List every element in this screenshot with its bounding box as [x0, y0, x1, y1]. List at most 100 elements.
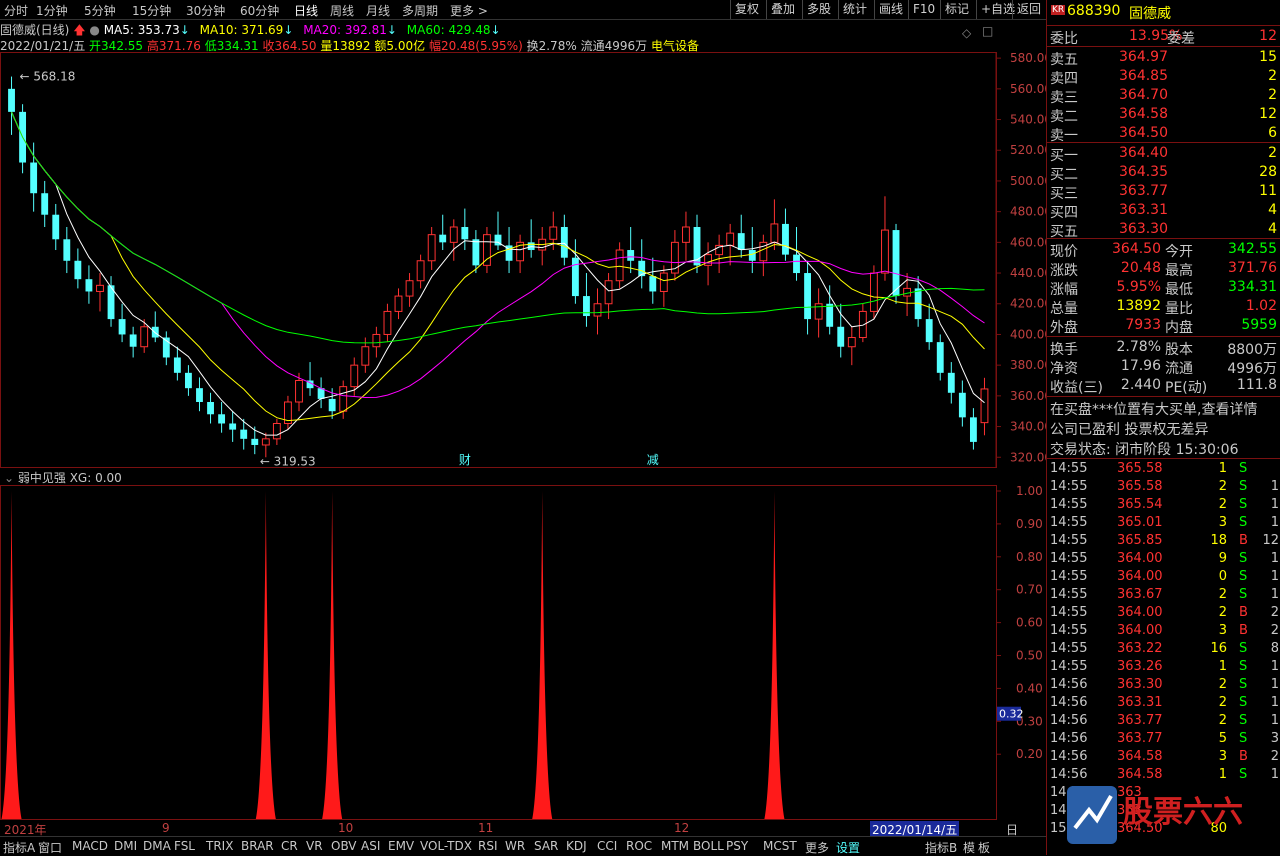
down-arrow-icon: ↓ [179, 23, 190, 37]
indicator-tab[interactable]: 指标B [925, 839, 957, 856]
period-more-button[interactable]: 更多 > [450, 2, 488, 19]
candle-up [593, 303, 602, 317]
statistics-button[interactable]: 统计 [838, 0, 871, 19]
indicator-tab[interactable]: 板 [978, 839, 990, 856]
indicator-tab[interactable]: SAR [534, 839, 558, 853]
candle-down [218, 414, 226, 424]
stat-value: 111.8 [1236, 377, 1277, 393]
indicator-tab[interactable]: 设置 [836, 839, 860, 856]
stock-name: 固德威 [1129, 6, 1171, 22]
candle-down [151, 326, 159, 338]
mark-button[interactable]: 标记 [940, 0, 973, 19]
tick-volume: 5 [1218, 731, 1227, 746]
period-tab-15min[interactable]: 15分钟 [132, 2, 171, 19]
stat-value: 371.76 [1228, 260, 1277, 276]
ask-volume: 12 [1259, 106, 1277, 122]
indicator-tab[interactable]: TRIX [206, 839, 233, 853]
price-chart[interactable]: 580.00 560.00 540.00 520.00 500.00 480.00 460.… [0, 52, 1046, 468]
indicator-tab[interactable]: BRAR [241, 839, 274, 853]
indicator-tab[interactable]: DMI [114, 839, 137, 853]
candle-down [826, 303, 834, 327]
indicator-tab[interactable]: PSY [726, 839, 748, 853]
period-tab-fenshi[interactable]: 分时 [4, 2, 28, 19]
indicator-tab[interactable]: VR [306, 839, 323, 853]
window-icon[interactable]: □ [982, 24, 993, 38]
bar-open: 开342.55 [89, 39, 144, 53]
f10-button[interactable]: F10 [908, 0, 939, 19]
stat-value: 5.95% [1116, 279, 1161, 295]
period-tab-30min[interactable]: 30分钟 [186, 2, 225, 19]
candle-up [770, 223, 779, 243]
stat-value: 17.96 [1120, 358, 1161, 374]
event-marker[interactable]: 财 [459, 453, 471, 467]
indicator-tab[interactable]: FSL [174, 839, 195, 853]
bid-row: 买四 363.31 4 [1047, 202, 1280, 221]
tick-row: 14:55 364.00 3 B 2 [1047, 623, 1280, 641]
bid-level-label: 买三 [1050, 186, 1078, 202]
bid-level-label: 买四 [1050, 205, 1078, 221]
stat-row: 涨跌 20.48 最高 371.76 [1047, 260, 1280, 279]
y-tick-label: 540.00 [1010, 113, 1046, 127]
period-tab-multi[interactable]: 多周期 [402, 2, 438, 19]
period-tab-daily[interactable]: 日线 [294, 2, 318, 19]
indicator-tab[interactable]: MACD [72, 839, 108, 853]
ma5-label: MA5: 353.73 [103, 23, 180, 37]
candle-up [726, 232, 735, 246]
candle-up [405, 280, 414, 297]
indicator-tab[interactable]: KDJ [566, 839, 587, 853]
diamond-icon[interactable]: ◇ [962, 26, 971, 40]
stat-label: 量比 [1165, 301, 1193, 317]
indicator-tab[interactable]: 更多 [805, 839, 829, 856]
indicator-tab[interactable]: BOLL [693, 839, 724, 853]
settings-circle-icon[interactable]: ● [89, 23, 99, 37]
tick-time: 14:55 [1050, 497, 1088, 512]
overlay-button[interactable]: 叠加 [766, 0, 799, 19]
period-tab-monthly[interactable]: 月线 [366, 2, 390, 19]
tick-row: 14:55 363.26 1 S 1 [1047, 659, 1280, 677]
indicator-tab[interactable]: 模 [963, 839, 975, 856]
period-tab-1min[interactable]: 1分钟 [36, 2, 68, 19]
event-marker[interactable]: 减 [647, 453, 659, 467]
tick-row: 14:56 364.58 3 B 2 [1047, 749, 1280, 767]
candle-down [240, 429, 248, 439]
indicator-tab[interactable]: ROC [626, 839, 652, 853]
indicator-tab[interactable]: ASI [361, 839, 380, 853]
tick-volume: 2 [1218, 695, 1227, 710]
period-tab-60min[interactable]: 60分钟 [240, 2, 279, 19]
period-tab-5min[interactable]: 5分钟 [84, 2, 116, 19]
indicator-tab[interactable]: 窗口 [38, 839, 62, 856]
tick-row: 14:55 364.00 0 S 1 [1047, 569, 1280, 587]
indicator-tab[interactable]: RSI [478, 839, 498, 853]
indicator-chart[interactable]: 1.000.900.800.700.600.500.400.300.200.32 [0, 485, 1046, 820]
candle-up [847, 337, 856, 348]
indicator-tab[interactable]: DMA [143, 839, 171, 853]
bar-date: 2022/01/21/五 [0, 39, 86, 53]
candle-down [837, 326, 845, 347]
fuquan-button[interactable]: 复权 [730, 0, 763, 19]
stat-row: 换手 2.78% 股本 8800万 [1047, 339, 1280, 358]
tick-price: 363.77 [1117, 731, 1163, 746]
tick-volume: 2 [1218, 713, 1227, 728]
indicator-tab[interactable]: CR [281, 839, 298, 853]
bid-note-link[interactable]: 在买盘***位置有大买单,查看详情 [1050, 399, 1257, 419]
indicator-tab[interactable]: MCST [763, 839, 797, 853]
indicator-tab[interactable]: WR [505, 839, 525, 853]
candle-down [804, 273, 812, 320]
tick-direction: S [1239, 641, 1248, 656]
multi-stock-button[interactable]: 多股 [802, 0, 835, 19]
indicator-tab[interactable]: VOL-TDX [420, 839, 472, 853]
draw-line-button[interactable]: 画线 [874, 0, 907, 19]
indicator-tab[interactable]: OBV [331, 839, 357, 853]
back-button[interactable]: 返回 [1012, 0, 1045, 19]
tick-row: 14:56 363.77 2 S 1 [1047, 713, 1280, 731]
tick-row: 14:55 365.58 2 S 1 [1047, 479, 1280, 497]
ma20-label: MA20: 392.81 [303, 23, 387, 37]
indicator-tab[interactable]: 指标A [3, 839, 35, 856]
indicator-tab[interactable]: EMV [388, 839, 414, 853]
indicator-tab[interactable]: CCI [597, 839, 617, 853]
collapse-chevron-icon[interactable]: ⌄ [4, 471, 14, 485]
indicator-tab[interactable]: MTM [661, 839, 689, 853]
candle-down [52, 214, 60, 240]
period-tab-weekly[interactable]: 周线 [330, 2, 354, 19]
stat-row: 现价 364.50 今开 342.55 [1047, 241, 1280, 260]
